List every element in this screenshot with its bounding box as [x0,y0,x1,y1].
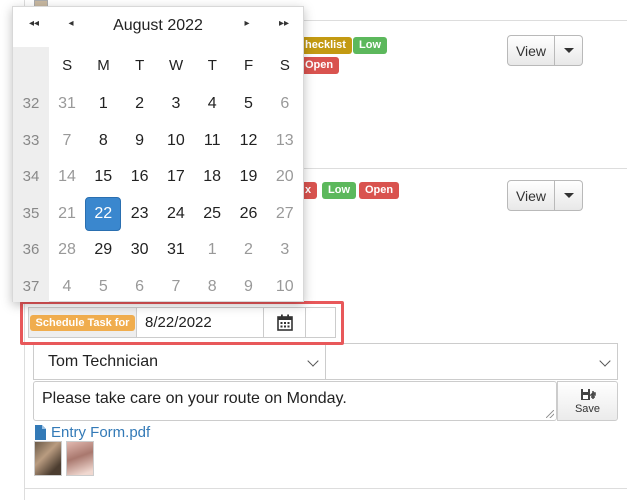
resize-handle-icon[interactable] [546,410,554,418]
calendar-day[interactable]: 20 [267,160,303,194]
week-number: 32 [22,95,40,112]
calendar-day-other-month[interactable]: 2 [231,233,267,267]
calendar-day[interactable]: 9 [122,124,158,158]
datepicker-header: ◂◂ ◂ August 2022 ▸ ▸▸ [13,7,303,47]
week-number: 33 [22,131,40,149]
view-button-group: View [507,35,583,66]
calendar-day[interactable]: 29 [85,233,121,267]
save-button[interactable]: Save [557,381,618,421]
calendar-day[interactable]: 23 [122,197,158,231]
weekday-label: S [279,57,290,74]
calendar-day[interactable]: 26 [231,197,267,231]
calendar-day[interactable]: 24 [158,197,194,231]
schedule-date-input[interactable]: 8/22/2022 [136,307,264,338]
file-icon [35,425,46,440]
calendar-day[interactable]: 15 [85,160,121,194]
calendar-day[interactable]: 2 [122,87,158,121]
week-number: 36 [22,241,40,259]
schedule-label: Schedule Task for [29,314,136,331]
view-button[interactable]: View [507,35,555,66]
calendar-day-other-month[interactable]: 7 [158,270,194,304]
calendar-day[interactable]: 14 [49,160,85,194]
calendar-day[interactable]: 31 [158,233,194,267]
calendar-day[interactable]: 6 [267,87,303,121]
week-number: 37 [22,278,40,295]
calendar-day-other-month[interactable]: 31 [49,87,85,121]
attachment-thumbnail[interactable] [66,441,94,476]
weekday-label: T [207,57,217,74]
save-label: Save [574,402,601,415]
status-badge: Open [359,182,400,199]
weekday-label: F [244,57,254,74]
calendar-day[interactable]: 27 [267,197,303,231]
calendar-day-other-month[interactable]: 6 [122,270,158,304]
month-title[interactable]: August 2022 [13,17,303,35]
week-number: 34 [22,168,40,186]
assignee-select-value: Tom Technician [48,352,158,370]
weekday-label: S [62,57,73,74]
calendar-day[interactable]: 1 [85,87,121,121]
calendar-day-other-month[interactable]: 4 [49,270,85,304]
view-button-group: View [507,180,583,211]
calendar-day[interactable]: 17 [158,160,194,194]
calendar-day[interactable]: 7 [49,124,85,158]
calendar-day[interactable]: 11 [194,124,230,158]
calendar-day[interactable]: 22 [85,196,122,231]
chevron-down-icon [599,355,611,367]
checklist-badge: hecklist [299,37,352,54]
calendar-day[interactable]: 30 [122,233,158,267]
calendar-day[interactable]: 21 [49,197,85,231]
note-text: Please take care on your route on Monday… [42,390,347,407]
secondary-select[interactable] [326,343,618,380]
calendar-icon [276,314,293,331]
calendar-day[interactable]: 5 [231,87,267,121]
view-button[interactable]: View [507,180,555,211]
calendar-day-other-month[interactable]: 9 [231,270,267,304]
priority-badge: Low [322,182,356,199]
calendar-day[interactable]: 28 [49,233,85,267]
calendar-day-other-month[interactable]: 5 [85,270,121,304]
calendar-day[interactable]: 8 [85,124,121,158]
attachment-thumbnail[interactable] [34,441,62,476]
calendar-day-other-month[interactable]: 8 [194,270,230,304]
caret-down-icon [563,193,574,198]
calendar-day[interactable]: 3 [158,87,194,121]
priority-badge: Low [353,37,387,54]
view-dropdown-toggle[interactable] [555,35,583,66]
datepicker-popup: ◂◂ ◂ August 2022 ▸ ▸▸ S M T W T F S 32 31… [12,6,304,302]
weekday-label: W [168,57,184,74]
calendar-day[interactable]: 16 [122,160,158,194]
save-schedule-icon [580,388,596,400]
assignee-select[interactable]: Tom Technician [33,343,326,380]
schedule-extra-addon [306,307,336,338]
calendar-day[interactable]: 4 [194,87,230,121]
attachment-name: Entry Form.pdf [51,424,151,441]
schedule-label-addon: Schedule Task for [28,307,136,338]
calendar-button[interactable] [264,307,306,338]
schedule-date-group: Schedule Task for 8/22/2022 [28,307,336,338]
calendar-day[interactable]: 25 [194,197,230,231]
weekday-label: M [97,57,110,74]
calendar-day-other-month[interactable]: 1 [194,233,230,267]
calendar-day[interactable]: 13 [267,124,303,158]
next-year-button[interactable]: ▸▸ [275,18,293,29]
status-badge: Open [299,57,340,74]
calendar-day-other-month[interactable]: 3 [267,233,303,267]
weekday-label: T [135,57,145,74]
week-number: 35 [22,204,40,222]
calendar-day-other-month[interactable]: 10 [267,270,303,304]
weekday-header: S M T W T F S [49,57,303,74]
calendar-day[interactable]: 10 [158,124,194,158]
calendar-day[interactable]: 12 [231,124,267,158]
calendar-day[interactable]: 18 [194,160,230,194]
attachment-link[interactable]: Entry Form.pdf [34,424,150,441]
caret-down-icon [563,48,574,53]
note-textarea[interactable]: Please take care on your route on Monday… [33,381,557,421]
calendar-day[interactable]: 19 [231,160,267,194]
view-dropdown-toggle[interactable] [555,180,583,211]
next-month-button[interactable]: ▸ [238,18,256,29]
chevron-down-icon [307,355,319,367]
